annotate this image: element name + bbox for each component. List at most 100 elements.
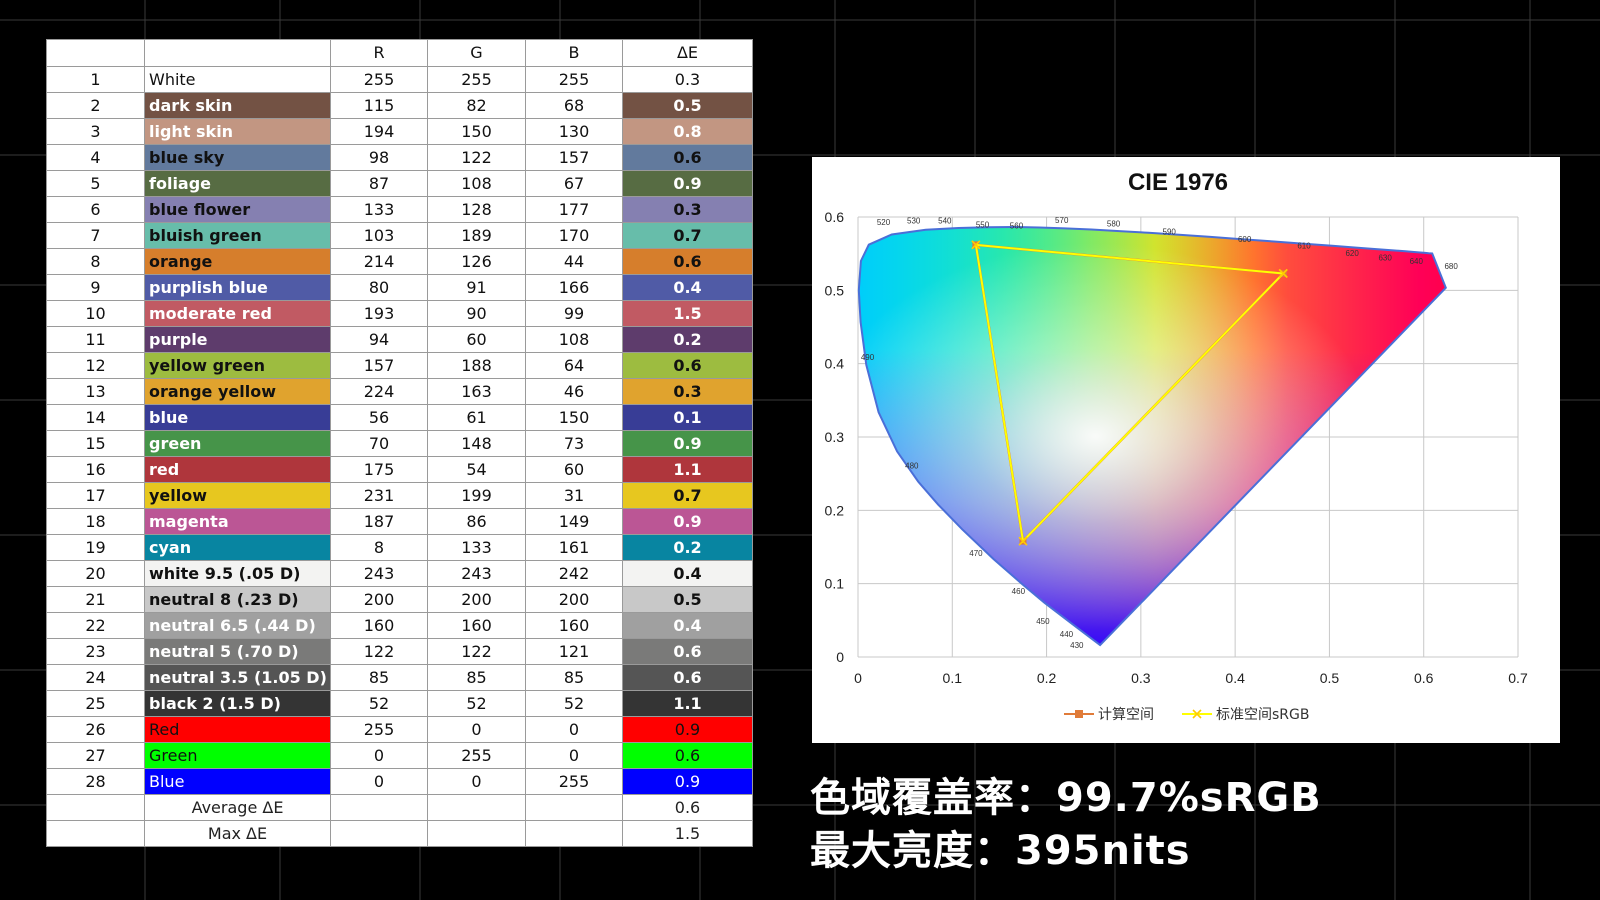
- legend-label: 标准空间sRGB: [1216, 707, 1309, 723]
- row-r: 94: [330, 326, 428, 353]
- row-b: 0: [525, 742, 623, 769]
- max-label: Max ΔE: [144, 820, 331, 847]
- table-row: 3 light skin 194 150 130 0.8: [46, 118, 753, 145]
- wavelength-label: 520: [877, 218, 891, 227]
- row-r: 8: [330, 534, 428, 561]
- row-g: 86: [427, 508, 526, 535]
- row-name: Red: [144, 716, 331, 743]
- row-index: 21: [46, 586, 145, 613]
- row-delta-e: 0.9: [622, 768, 753, 795]
- foot-blank: [46, 794, 145, 821]
- row-b: 255: [525, 66, 623, 93]
- row-g: 148: [427, 430, 526, 457]
- row-delta-e: 0.5: [622, 92, 753, 119]
- row-r: 133: [330, 196, 428, 223]
- row-b: 160: [525, 612, 623, 639]
- max-brightness-text: 最大亮度：395nits: [810, 828, 1191, 874]
- wavelength-label: 620: [1345, 249, 1359, 258]
- row-r: 87: [330, 170, 428, 197]
- row-b: 52: [525, 690, 623, 717]
- row-g: 128: [427, 196, 526, 223]
- row-g: 108: [427, 170, 526, 197]
- max-row: Max ΔE 1.5: [46, 820, 753, 847]
- row-g: 0: [427, 768, 526, 795]
- wavelength-label: 460: [1012, 587, 1026, 596]
- row-delta-e: 0.9: [622, 170, 753, 197]
- row-b: 99: [525, 300, 623, 327]
- row-name: magenta: [144, 508, 331, 535]
- table-row: 18 magenta 187 86 149 0.9: [46, 508, 753, 535]
- row-name: blue: [144, 404, 331, 431]
- foot-blank: [525, 820, 623, 847]
- row-name: cyan: [144, 534, 331, 561]
- table-row: 2 dark skin 115 82 68 0.5: [46, 92, 753, 119]
- table-row: 8 orange 214 126 44 0.6: [46, 248, 753, 275]
- table-row: 21 neutral 8 (.23 D) 200 200 200 0.5: [46, 586, 753, 613]
- header-g: G: [427, 39, 526, 67]
- row-r: 187: [330, 508, 428, 535]
- row-index: 1: [46, 66, 145, 93]
- row-g: 91: [427, 274, 526, 301]
- row-b: 73: [525, 430, 623, 457]
- row-index: 26: [46, 716, 145, 743]
- row-g: 255: [427, 742, 526, 769]
- table-row: 15 green 70 148 73 0.9: [46, 430, 753, 457]
- table-row: 23 neutral 5 (.70 D) 122 122 121 0.6: [46, 638, 753, 665]
- row-name: moderate red: [144, 300, 331, 327]
- colorchecker-table-panel: R G B ΔE 1 White 255 255 255 0.3 2 dark skin 115…: [46, 39, 753, 847]
- row-delta-e: 0.6: [622, 352, 753, 379]
- table-row: 14 blue 56 61 150 0.1: [46, 404, 753, 431]
- header-delta-e: ΔE: [622, 39, 753, 67]
- row-index: 24: [46, 664, 145, 691]
- row-index: 14: [46, 404, 145, 431]
- row-delta-e: 0.3: [622, 378, 753, 405]
- row-r: 80: [330, 274, 428, 301]
- table-row: 5 foliage 87 108 67 0.9: [46, 170, 753, 197]
- table-row: 27 Green 0 255 0 0.6: [46, 742, 753, 769]
- row-index: 12: [46, 352, 145, 379]
- row-g: 150: [427, 118, 526, 145]
- row-index: 11: [46, 326, 145, 353]
- row-index: 6: [46, 196, 145, 223]
- wavelength-label: 630: [1378, 253, 1392, 262]
- row-index: 3: [46, 118, 145, 145]
- row-index: 17: [46, 482, 145, 509]
- row-r: 194: [330, 118, 428, 145]
- row-g: 200: [427, 586, 526, 613]
- row-r: 160: [330, 612, 428, 639]
- row-b: 60: [525, 456, 623, 483]
- row-delta-e: 0.2: [622, 326, 753, 353]
- y-tick-label: 0.3: [825, 429, 845, 445]
- wavelength-label: 560: [1010, 222, 1024, 231]
- row-index: 16: [46, 456, 145, 483]
- wavelength-label: 570: [1055, 216, 1069, 225]
- row-g: 243: [427, 560, 526, 587]
- row-index: 7: [46, 222, 145, 249]
- row-g: 189: [427, 222, 526, 249]
- table-row: 12 yellow green 157 188 64 0.6: [46, 352, 753, 379]
- legend-swatch-marker: [1075, 710, 1083, 718]
- average-value: 0.6: [622, 794, 753, 821]
- x-tick-label: 0.5: [1320, 670, 1340, 686]
- foot-blank: [525, 794, 623, 821]
- table-row: 9 purplish blue 80 91 166 0.4: [46, 274, 753, 301]
- row-b: 64: [525, 352, 623, 379]
- row-index: 9: [46, 274, 145, 301]
- y-tick-label: 0.5: [825, 282, 845, 298]
- row-name: bluish green: [144, 222, 331, 249]
- row-r: 115: [330, 92, 428, 119]
- row-g: 126: [427, 248, 526, 275]
- wavelength-label: 490: [861, 353, 875, 362]
- row-b: 166: [525, 274, 623, 301]
- row-name: light skin: [144, 118, 331, 145]
- row-name: purple: [144, 326, 331, 353]
- table-row: 4 blue sky 98 122 157 0.6: [46, 144, 753, 171]
- row-b: 85: [525, 664, 623, 691]
- row-name: neutral 8 (.23 D): [144, 586, 331, 613]
- foot-blank: [46, 820, 145, 847]
- header-index: [46, 39, 145, 67]
- row-delta-e: 0.4: [622, 560, 753, 587]
- wavelength-label: 640: [1410, 257, 1424, 266]
- wavelength-label: 540: [938, 217, 952, 226]
- row-r: 200: [330, 586, 428, 613]
